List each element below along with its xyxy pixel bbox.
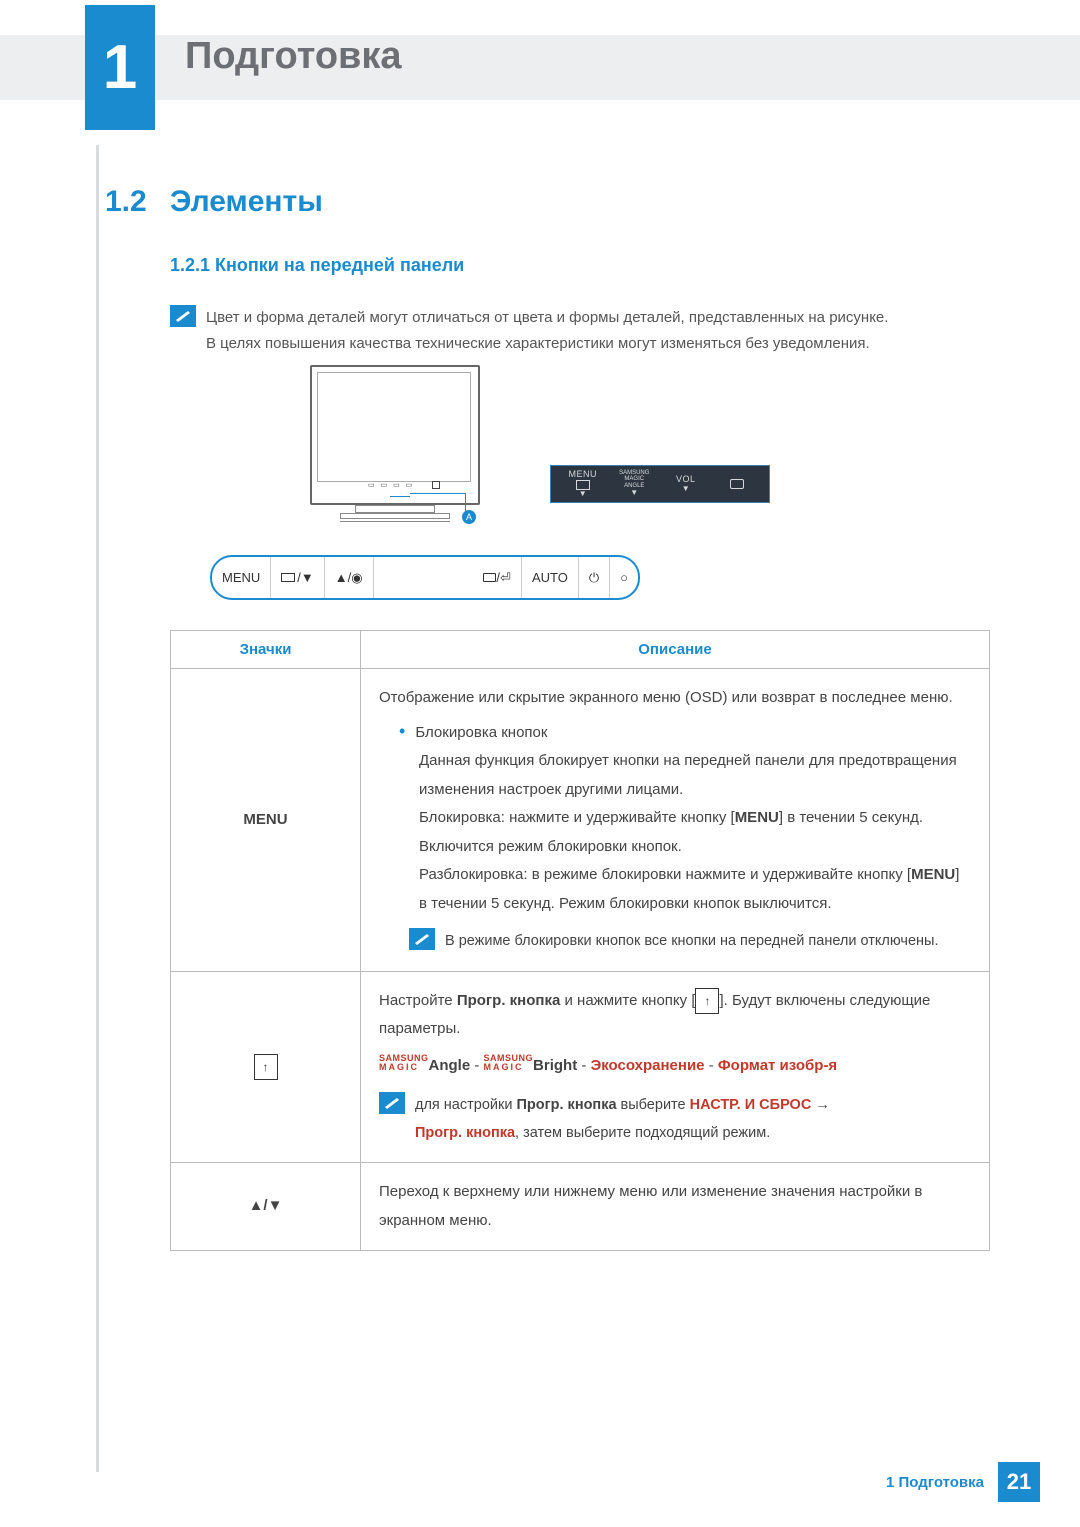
desc-cell-menu: Отображение или скрытие экранного меню (… bbox=[361, 669, 990, 972]
table-row-custom: ↑ Настройте Прогр. кнопка и нажмите кноп… bbox=[171, 971, 990, 1163]
panel-samsung-label: SAMSUNG bbox=[619, 470, 649, 477]
legend-up-enter: ▲/◉ bbox=[325, 557, 374, 598]
monitor-base-line bbox=[340, 519, 450, 522]
menu-desc-p1: Отображение или скрытие экранного меню (… bbox=[379, 684, 971, 713]
top-note-line2: В целях повышения качества технические х… bbox=[206, 331, 990, 357]
section-title: Элементы bbox=[170, 185, 323, 219]
legend-source: /⏎ bbox=[473, 557, 522, 598]
menu-desc-p2: Данная функция блокирует кнопки на перед… bbox=[379, 747, 971, 804]
panel-source bbox=[714, 479, 762, 489]
icon-cell-custom: ↑ bbox=[171, 971, 361, 1163]
vertical-rule bbox=[96, 145, 99, 1472]
legend-menu: MENU bbox=[212, 557, 271, 598]
legend-auto: AUTO bbox=[522, 557, 579, 598]
table-row-menu: MENU Отображение или скрытие экранного м… bbox=[171, 669, 990, 972]
icons-description-table: Значки Описание MENU Отображение или скр… bbox=[170, 630, 990, 1251]
bezel-power-icon bbox=[432, 481, 440, 489]
custom-desc-options: SAMSUNGMAGICAngle - SAMSUNGMAGICBright -… bbox=[379, 1052, 971, 1081]
menu-desc-bullet: Блокировка кнопок bbox=[415, 724, 547, 741]
button-row-legend: MENU /▼ ▲/◉ /⏎ AUTO ⏻ ○ bbox=[210, 555, 640, 600]
callout-leader-2 bbox=[390, 496, 410, 510]
panel-magic-label: MAGIC bbox=[624, 476, 644, 483]
bullet-icon: • bbox=[399, 721, 405, 741]
top-note: Цвет и форма деталей могут отличаться от… bbox=[170, 305, 990, 356]
legend-power-icon: ⏻ bbox=[579, 557, 610, 598]
menu-desc-p3: Блокировка: нажмите и удерживайте кнопку… bbox=[379, 804, 971, 861]
footer-label: 1 Подготовка bbox=[886, 1474, 984, 1491]
icon-cell-menu: MENU bbox=[171, 669, 361, 972]
page-footer: 1 Подготовка 21 bbox=[886, 1462, 1040, 1502]
front-panel-strip: MENU ▼ SAMSUNG MAGIC ANGLE ▼ VOL ▼ bbox=[550, 465, 770, 503]
callout-marker-a: A bbox=[462, 510, 476, 524]
monitor-diagram: ▭ ▭ ▭ ▭ A MENU ▼ SAMSUNG MAGIC ANGLE ▼ V… bbox=[310, 365, 780, 555]
panel-menu: MENU ▼ bbox=[559, 470, 607, 499]
custom-desc-note: для настройки Прогр. кнопка выберите НАС… bbox=[379, 1092, 971, 1147]
panel-magic: SAMSUNG MAGIC ANGLE ▼ bbox=[611, 470, 659, 499]
bezel-icons: ▭ ▭ ▭ ▭ bbox=[368, 481, 414, 489]
note-icon bbox=[409, 928, 435, 950]
desc-cell-updown: Переход к верхнему или нижнему меню или … bbox=[361, 1163, 990, 1251]
legend-led-icon: ○ bbox=[610, 557, 638, 598]
table-row-updown: ▲/▼ Переход к верхнему или нижнему меню … bbox=[171, 1163, 990, 1251]
chapter-title: Подготовка bbox=[185, 35, 402, 78]
desc-cell-custom: Настройте Прогр. кнопка и нажмите кнопку… bbox=[361, 971, 990, 1163]
th-icons: Значки bbox=[171, 631, 361, 669]
footer-page-number: 21 bbox=[998, 1462, 1040, 1502]
note-icon bbox=[379, 1092, 405, 1114]
th-description: Описание bbox=[361, 631, 990, 669]
top-note-line1: Цвет и форма деталей могут отличаться от… bbox=[206, 305, 990, 331]
panel-vol: VOL ▼ bbox=[662, 475, 710, 494]
menu-desc-note: В режиме блокировки кнопок все кнопки на… bbox=[379, 928, 971, 956]
icon-cell-updown: ▲/▼ bbox=[171, 1163, 361, 1251]
chapter-number-tab: 1 bbox=[85, 5, 155, 130]
custom-desc-p1: Настройте Прогр. кнопка и нажмите кнопку… bbox=[379, 987, 971, 1044]
monitor-screen bbox=[317, 372, 471, 482]
custom-desc-note-text: для настройки Прогр. кнопка выберите НАС… bbox=[415, 1092, 971, 1147]
section-number: 1.2 bbox=[105, 185, 147, 219]
callout-leader bbox=[410, 493, 466, 517]
header-band bbox=[0, 35, 1080, 100]
legend-custom-down: /▼ bbox=[271, 557, 325, 598]
menu-desc-p4: Разблокировка: в режиме блокировки нажми… bbox=[379, 861, 971, 918]
panel-menu-label: MENU bbox=[569, 470, 598, 480]
note-icon bbox=[170, 305, 196, 327]
menu-desc-note-text: В режиме блокировки кнопок все кнопки на… bbox=[445, 928, 971, 956]
subsection-title: 1.2.1 Кнопки на передней панели bbox=[170, 255, 464, 276]
